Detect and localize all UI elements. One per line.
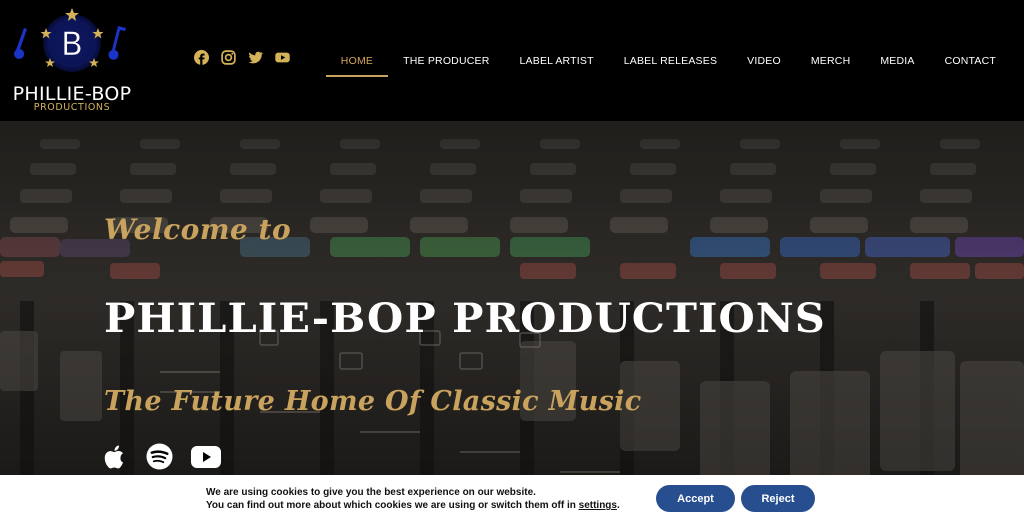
- social-links: [194, 50, 290, 68]
- twitter-icon[interactable]: [248, 50, 263, 65]
- cookie-settings-link[interactable]: settings: [579, 500, 617, 511]
- youtube-icon[interactable]: [191, 445, 221, 468]
- instagram-icon[interactable]: [221, 50, 236, 65]
- logo-emblem-icon: B: [14, 8, 126, 72]
- nav-label-releases[interactable]: LABEL RELEASES: [609, 0, 732, 121]
- site-header: B PHILLIE-BOP PRODUCTIONS HOME THE PRODU…: [0, 0, 1024, 121]
- nav-label-artist[interactable]: LABEL ARTIST: [505, 0, 609, 121]
- hero-section: Welcome to PHILLIE-BOP PRODUCTIONS The F…: [0, 121, 1024, 521]
- site-logo[interactable]: B PHILLIE-BOP PRODUCTIONS: [8, 6, 136, 116]
- cookie-consent-bar: We are using cookies to give you the bes…: [0, 475, 1024, 521]
- facebook-icon[interactable]: [194, 50, 209, 65]
- spotify-icon[interactable]: [146, 443, 173, 470]
- nav-contact[interactable]: CONTACT: [930, 0, 1011, 121]
- cookie-line-2-text: You can find out more about which cookie…: [206, 500, 579, 511]
- cookie-line-2: You can find out more about which cookie…: [206, 499, 620, 512]
- nav-video[interactable]: VIDEO: [732, 0, 796, 121]
- logo-subtitle: PRODUCTIONS: [33, 102, 111, 113]
- nav-merch[interactable]: MERCH: [796, 0, 866, 121]
- nav-home[interactable]: HOME: [325, 0, 389, 121]
- nav-the-producer[interactable]: THE PRODUCER: [388, 0, 504, 121]
- apple-icon[interactable]: [104, 444, 128, 470]
- logo-letter: B: [61, 25, 83, 63]
- reject-cookies-button[interactable]: Reject: [741, 485, 815, 512]
- cookie-line-1: We are using cookies to give you the bes…: [206, 487, 536, 498]
- cookie-line-2-end: .: [616, 500, 620, 511]
- accept-cookies-button[interactable]: Accept: [656, 485, 735, 512]
- hero-welcome-text: Welcome to: [104, 213, 292, 246]
- youtube-icon[interactable]: [275, 50, 290, 65]
- platform-links: [104, 443, 221, 470]
- hero-tagline: The Future Home Of Classic Music: [104, 386, 642, 417]
- main-navigation: HOME THE PRODUCER LABEL ARTIST LABEL REL…: [325, 0, 1011, 121]
- cookie-message: We are using cookies to give you the bes…: [206, 486, 620, 512]
- nav-media[interactable]: MEDIA: [865, 0, 929, 121]
- hero-title: PHILLIE-BOP PRODUCTIONS: [104, 295, 826, 342]
